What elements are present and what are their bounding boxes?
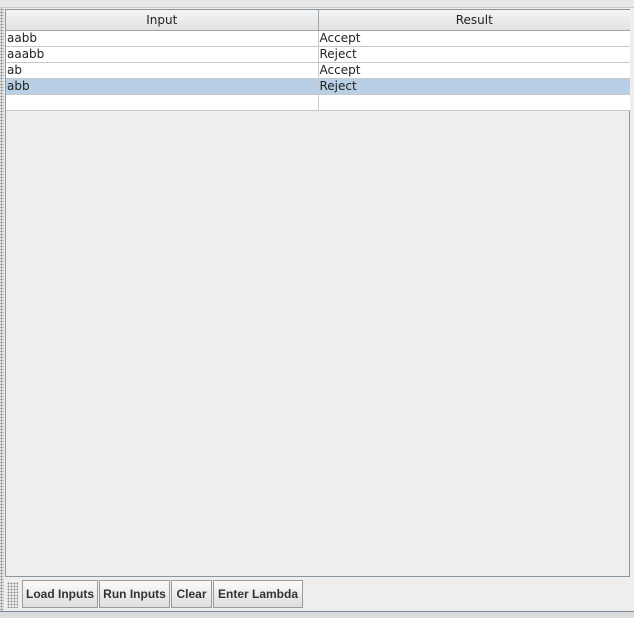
input-cell[interactable]	[6, 94, 319, 111]
table-row-selected[interactable]: abb Reject	[6, 78, 630, 95]
load-inputs-button[interactable]: Load Inputs	[22, 580, 98, 608]
input-cell[interactable]: aaabb	[6, 46, 319, 63]
input-results-table: Input Result aabb Accept aaabb Reject ab…	[6, 10, 630, 111]
table-row[interactable]: aaabb Reject	[6, 46, 630, 63]
clear-button[interactable]: Clear	[171, 580, 212, 608]
input-cell[interactable]: aabb	[6, 30, 319, 47]
run-inputs-button[interactable]: Run Inputs	[99, 580, 170, 608]
toolbar-grip[interactable]	[7, 582, 18, 608]
enter-lambda-button[interactable]: Enter Lambda	[213, 580, 303, 608]
column-header-input[interactable]: Input	[6, 10, 319, 31]
table-header-row: Input Result	[6, 10, 630, 31]
column-header-result[interactable]: Result	[318, 10, 630, 31]
table-row[interactable]: aabb Accept	[6, 30, 630, 47]
result-cell[interactable]: Reject	[318, 78, 630, 95]
result-cell[interactable]	[318, 94, 630, 111]
table-row-empty[interactable]	[6, 94, 630, 111]
input-results-table-panel: Input Result aabb Accept aaabb Reject ab…	[5, 9, 630, 577]
input-cell[interactable]: abb	[6, 78, 319, 95]
result-cell[interactable]: Accept	[318, 30, 630, 47]
result-cell[interactable]: Accept	[318, 62, 630, 79]
splitter-grip[interactable]	[0, 8, 4, 611]
bottom-toolbar: Load Inputs Run Inputs Clear Enter Lambd…	[5, 578, 630, 610]
result-cell[interactable]: Reject	[318, 46, 630, 63]
window-top-edge	[0, 0, 634, 8]
table-row[interactable]: ab Accept	[6, 62, 630, 79]
input-cell[interactable]: ab	[6, 62, 319, 79]
